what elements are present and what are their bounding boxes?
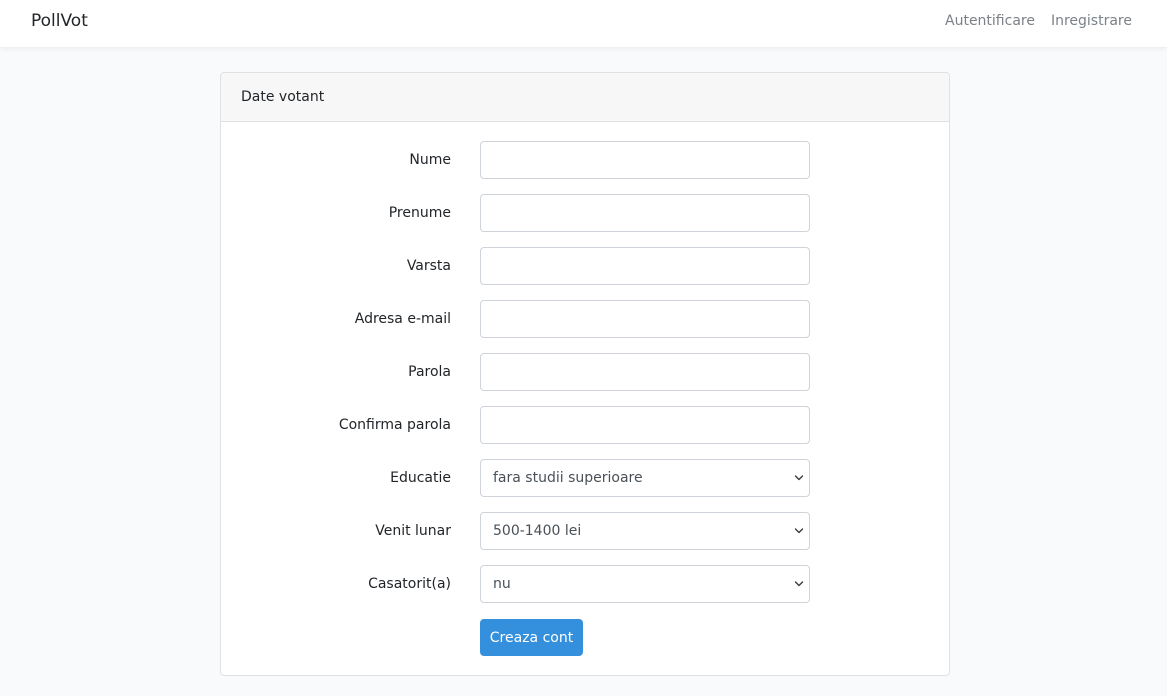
education-label: Educatie <box>390 470 451 486</box>
form-row-educatie: Educatie fara studii superioare <box>221 459 951 497</box>
prenume-label: Prenume <box>388 205 451 221</box>
form-row-venit: Venit lunar 500-1400 lei <box>221 512 951 550</box>
income-selected-value: 500-1400 lei <box>493 523 582 539</box>
email-label: Adresa e-mail <box>354 311 451 327</box>
nav-link-register[interactable]: Inregistrare <box>1051 12 1132 30</box>
confirm-password-input[interactable] <box>480 406 810 444</box>
nav-link-login[interactable]: Autentificare <box>945 12 1035 30</box>
password-label: Parola <box>408 364 451 380</box>
varsta-input[interactable] <box>480 247 810 285</box>
chevron-down-icon <box>794 528 804 534</box>
chevron-down-icon <box>794 475 804 481</box>
voter-data-card: Date votant Nume Prenume Varsta Adresa e… <box>220 72 950 676</box>
form-row-confirma-parola: Confirma parola <box>221 406 951 444</box>
nume-input[interactable] <box>480 141 810 179</box>
education-selected-value: fara studii superioare <box>493 470 643 486</box>
nume-label: Nume <box>409 152 451 168</box>
email-input[interactable] <box>480 300 810 338</box>
card-header: Date votant <box>221 73 949 122</box>
prenume-input[interactable] <box>480 194 810 232</box>
income-select[interactable]: 500-1400 lei <box>480 512 810 550</box>
form-row-parola: Parola <box>221 353 951 391</box>
chevron-down-icon <box>794 581 804 587</box>
brand-logo-link[interactable]: PollVot <box>31 10 88 32</box>
form-row-prenume: Prenume <box>221 194 951 232</box>
navbar: PollVot Autentificare Inregistrare <box>0 0 1167 48</box>
password-input[interactable] <box>480 353 810 391</box>
create-account-button[interactable]: Creaza cont <box>480 619 583 656</box>
married-selected-value: nu <box>493 576 511 592</box>
confirm-password-label: Confirma parola <box>338 417 451 433</box>
form-row-email: Adresa e-mail <box>221 300 951 338</box>
income-label: Venit lunar <box>375 523 451 539</box>
education-select[interactable]: fara studii superioare <box>480 459 810 497</box>
form-row-casatorit: Casatorit(a) nu <box>221 565 951 603</box>
married-select[interactable]: nu <box>480 565 810 603</box>
married-label: Casatorit(a) <box>368 576 451 592</box>
form-row-varsta: Varsta <box>221 247 951 285</box>
form-row-nume: Nume <box>221 141 951 179</box>
nav-links: Autentificare Inregistrare <box>945 12 1132 30</box>
varsta-label: Varsta <box>406 258 451 274</box>
